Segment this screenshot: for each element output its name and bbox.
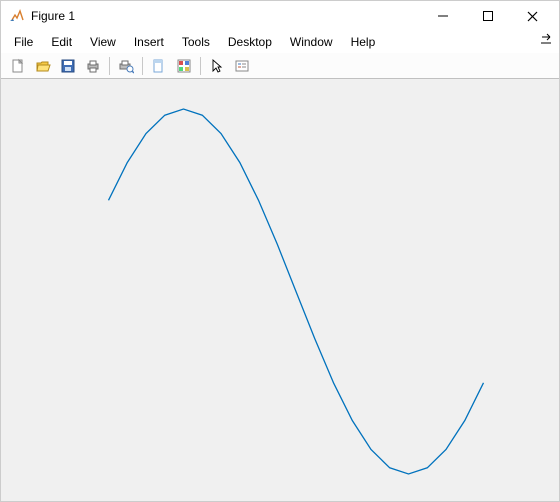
maximize-button[interactable] (465, 2, 510, 30)
menu-desktop[interactable]: Desktop (219, 33, 281, 51)
line-series (109, 109, 484, 474)
window-controls (420, 2, 555, 30)
overflow-icon[interactable] (539, 33, 553, 50)
toolbar-separator (109, 57, 110, 75)
menu-tools[interactable]: Tools (173, 33, 219, 51)
menu-view[interactable]: View (81, 33, 125, 51)
window-title: Figure 1 (31, 9, 420, 23)
print-button[interactable] (82, 55, 104, 77)
new-figure-button[interactable] (7, 55, 29, 77)
colorbar-button[interactable] (173, 55, 195, 77)
toolbar-separator (200, 57, 201, 75)
menu-edit[interactable]: Edit (42, 33, 81, 51)
toolbar (1, 53, 559, 79)
menu-file[interactable]: File (5, 33, 42, 51)
matlab-icon (9, 8, 25, 24)
menu-insert[interactable]: Insert (125, 33, 173, 51)
close-button[interactable] (510, 2, 555, 30)
pointer-button[interactable] (206, 55, 228, 77)
data-cursor-button[interactable] (148, 55, 170, 77)
minimize-button[interactable] (420, 2, 465, 30)
print-preview-button[interactable] (115, 55, 137, 77)
toolbar-separator (142, 57, 143, 75)
save-button[interactable] (57, 55, 79, 77)
titlebar: Figure 1 (1, 1, 559, 31)
menubar: File Edit View Insert Tools Desktop Wind… (1, 31, 559, 53)
axes (1, 79, 559, 501)
menu-help[interactable]: Help (342, 33, 385, 51)
figure-canvas[interactable] (1, 79, 559, 501)
menu-window[interactable]: Window (281, 33, 342, 51)
open-button[interactable] (32, 55, 54, 77)
insert-legend-button[interactable] (231, 55, 253, 77)
